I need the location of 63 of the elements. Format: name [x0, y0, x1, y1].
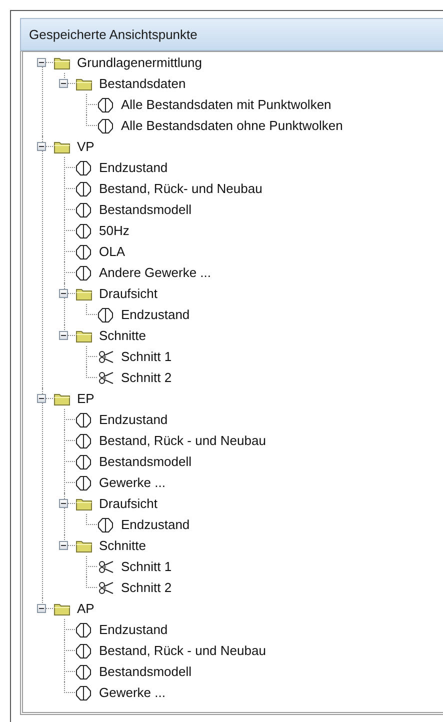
hexagon-icon — [75, 664, 93, 680]
tree-item[interactable]: Bestandsmodell — [98, 454, 192, 469]
tree-item[interactable]: Andere Gewerke ... — [98, 265, 212, 280]
tree-item[interactable]: EP — [76, 391, 96, 406]
hexagon-icon — [75, 180, 93, 196]
hexagon-icon — [75, 432, 93, 448]
tree-item[interactable]: Grundlagenermittlung — [76, 55, 204, 70]
tree-item[interactable]: Bestandsdaten — [98, 76, 187, 91]
hexagon-icon — [97, 96, 115, 112]
tree-item[interactable]: Endzustand — [98, 622, 169, 637]
tree-item[interactable]: Schnitte — [98, 538, 147, 553]
tree-item[interactable]: Gewerke ... — [98, 475, 166, 490]
tree-item[interactable]: Endzustand — [98, 412, 169, 427]
collapse-toggle[interactable] — [59, 79, 68, 88]
scissors-icon — [97, 370, 115, 386]
collapse-toggle[interactable] — [37, 58, 46, 67]
tree-item[interactable]: Alle Bestandsdaten ohne Punktwolken — [120, 118, 344, 133]
tree-item[interactable]: Schnitt 1 — [120, 349, 173, 364]
tree-item[interactable]: Bestandsmodell — [98, 202, 192, 217]
hexagon-icon — [75, 642, 93, 658]
hexagon-icon — [75, 244, 93, 260]
tree-item[interactable]: Draufsicht — [98, 496, 159, 511]
tree-item[interactable]: Schnitt 2 — [120, 370, 173, 385]
hexagon-icon — [75, 222, 93, 238]
tree-item[interactable]: VP — [76, 139, 96, 154]
collapse-toggle[interactable] — [59, 499, 68, 508]
collapse-toggle[interactable] — [59, 541, 68, 550]
scissors-icon — [97, 558, 115, 574]
tree-item[interactable]: AP — [76, 601, 96, 616]
hexagon-icon — [75, 684, 93, 700]
tree-item[interactable]: Endzustand — [120, 517, 191, 532]
tree-item[interactable]: Bestand, Rück - und Neubau — [98, 643, 267, 658]
collapse-toggle[interactable] — [37, 604, 46, 613]
hexagon-icon — [75, 622, 93, 638]
panel-title: Gespeicherte Ansichtspunkte — [20, 18, 443, 51]
tree-item[interactable]: Bestand, Rück- und Neubau — [98, 181, 264, 196]
scissors-icon — [97, 348, 115, 364]
collapse-toggle[interactable] — [37, 142, 46, 151]
hexagon-icon — [75, 474, 93, 490]
hexagon-icon — [75, 412, 93, 428]
collapse-toggle[interactable] — [59, 331, 68, 340]
tree-item[interactable]: 50Hz — [98, 223, 130, 238]
scissors-icon — [97, 580, 115, 596]
tree-item[interactable]: Bestandsmodell — [98, 664, 192, 679]
tree-item[interactable]: Draufsicht — [98, 286, 159, 301]
tree-item[interactable]: Bestand, Rück - und Neubau — [98, 433, 267, 448]
collapse-toggle[interactable] — [59, 289, 68, 298]
tree-item[interactable]: Endzustand — [120, 307, 191, 322]
tree-item[interactable]: Schnitt 1 — [120, 559, 173, 574]
tree-item[interactable]: Gewerke ... — [98, 685, 166, 700]
hexagon-icon — [97, 516, 115, 532]
hexagon-icon — [97, 306, 115, 322]
tree-item[interactable]: Schnitte — [98, 328, 147, 343]
hexagon-icon — [75, 454, 93, 470]
hexagon-icon — [75, 264, 93, 280]
hexagon-icon — [75, 160, 93, 176]
collapse-toggle[interactable] — [37, 394, 46, 403]
tree-item[interactable]: Alle Bestandsdaten mit Punktwolken — [120, 97, 332, 112]
tree-item[interactable]: Endzustand — [98, 160, 169, 175]
tree-item[interactable]: OLA — [98, 244, 126, 259]
tree-item[interactable]: Schnitt 2 — [120, 580, 173, 595]
hexagon-icon — [97, 118, 115, 134]
hexagon-icon — [75, 202, 93, 218]
